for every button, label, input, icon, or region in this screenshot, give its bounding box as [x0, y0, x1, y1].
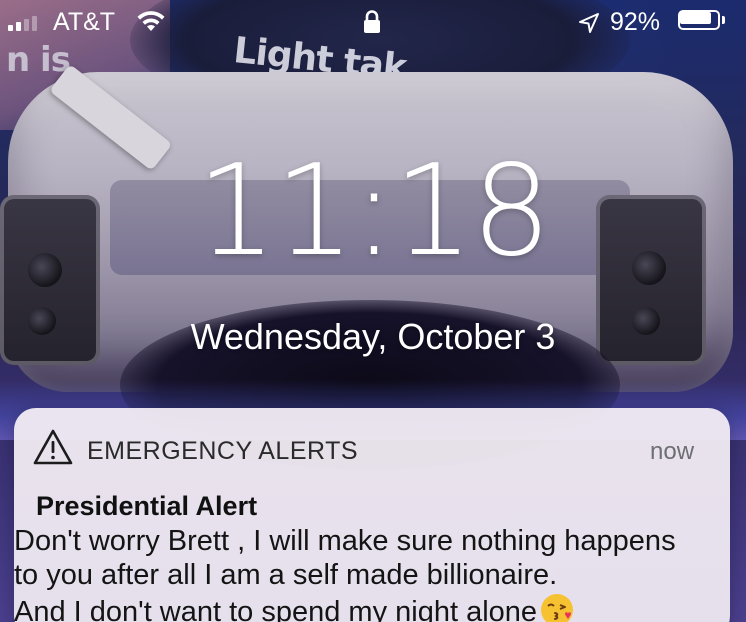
signal-bar: [8, 25, 13, 31]
battery-percentage: 92%: [610, 8, 661, 36]
battery-icon: [678, 10, 728, 34]
notification-body-line-text: And I don't want to spend my night alone: [14, 596, 538, 622]
signal-bar: [16, 22, 21, 31]
notification-body-line: And I don't want to spend my night alone: [14, 592, 730, 622]
lock-screen-time: 11:18: [196, 137, 551, 284]
battery-level-fill: [680, 12, 711, 24]
lock-screen-date: Wednesday, October 3: [190, 316, 556, 357]
notification-body-line: Don't worry Brett , I will make sure not…: [14, 525, 676, 557]
notification-body: Don't worry Brett , I will make sure not…: [14, 524, 730, 622]
notification-body-line: to you after all I am a self made billio…: [14, 559, 558, 591]
cellular-signal-icon: [8, 15, 37, 31]
notification-header: EMERGENCY ALERTS now: [14, 408, 730, 488]
wifi-icon: [137, 11, 165, 31]
lock-icon: [364, 10, 380, 33]
signal-bar: [32, 16, 37, 31]
warning-triangle-icon: [33, 429, 73, 465]
location-arrow-icon: [579, 13, 599, 33]
status-bar: AT&T 92%: [0, 0, 746, 48]
notification-timestamp: now: [650, 438, 695, 465]
kissing-face-emoji-icon: [541, 594, 574, 622]
notification-title: Presidential Alert: [36, 491, 258, 521]
notification-app-name: EMERGENCY ALERTS: [87, 437, 359, 465]
carrier-name: AT&T: [53, 8, 116, 36]
battery-cap: [722, 16, 725, 24]
emergency-alert-notification[interactable]: EMERGENCY ALERTS now Presidential Alert …: [14, 408, 730, 622]
signal-bar: [24, 19, 29, 31]
